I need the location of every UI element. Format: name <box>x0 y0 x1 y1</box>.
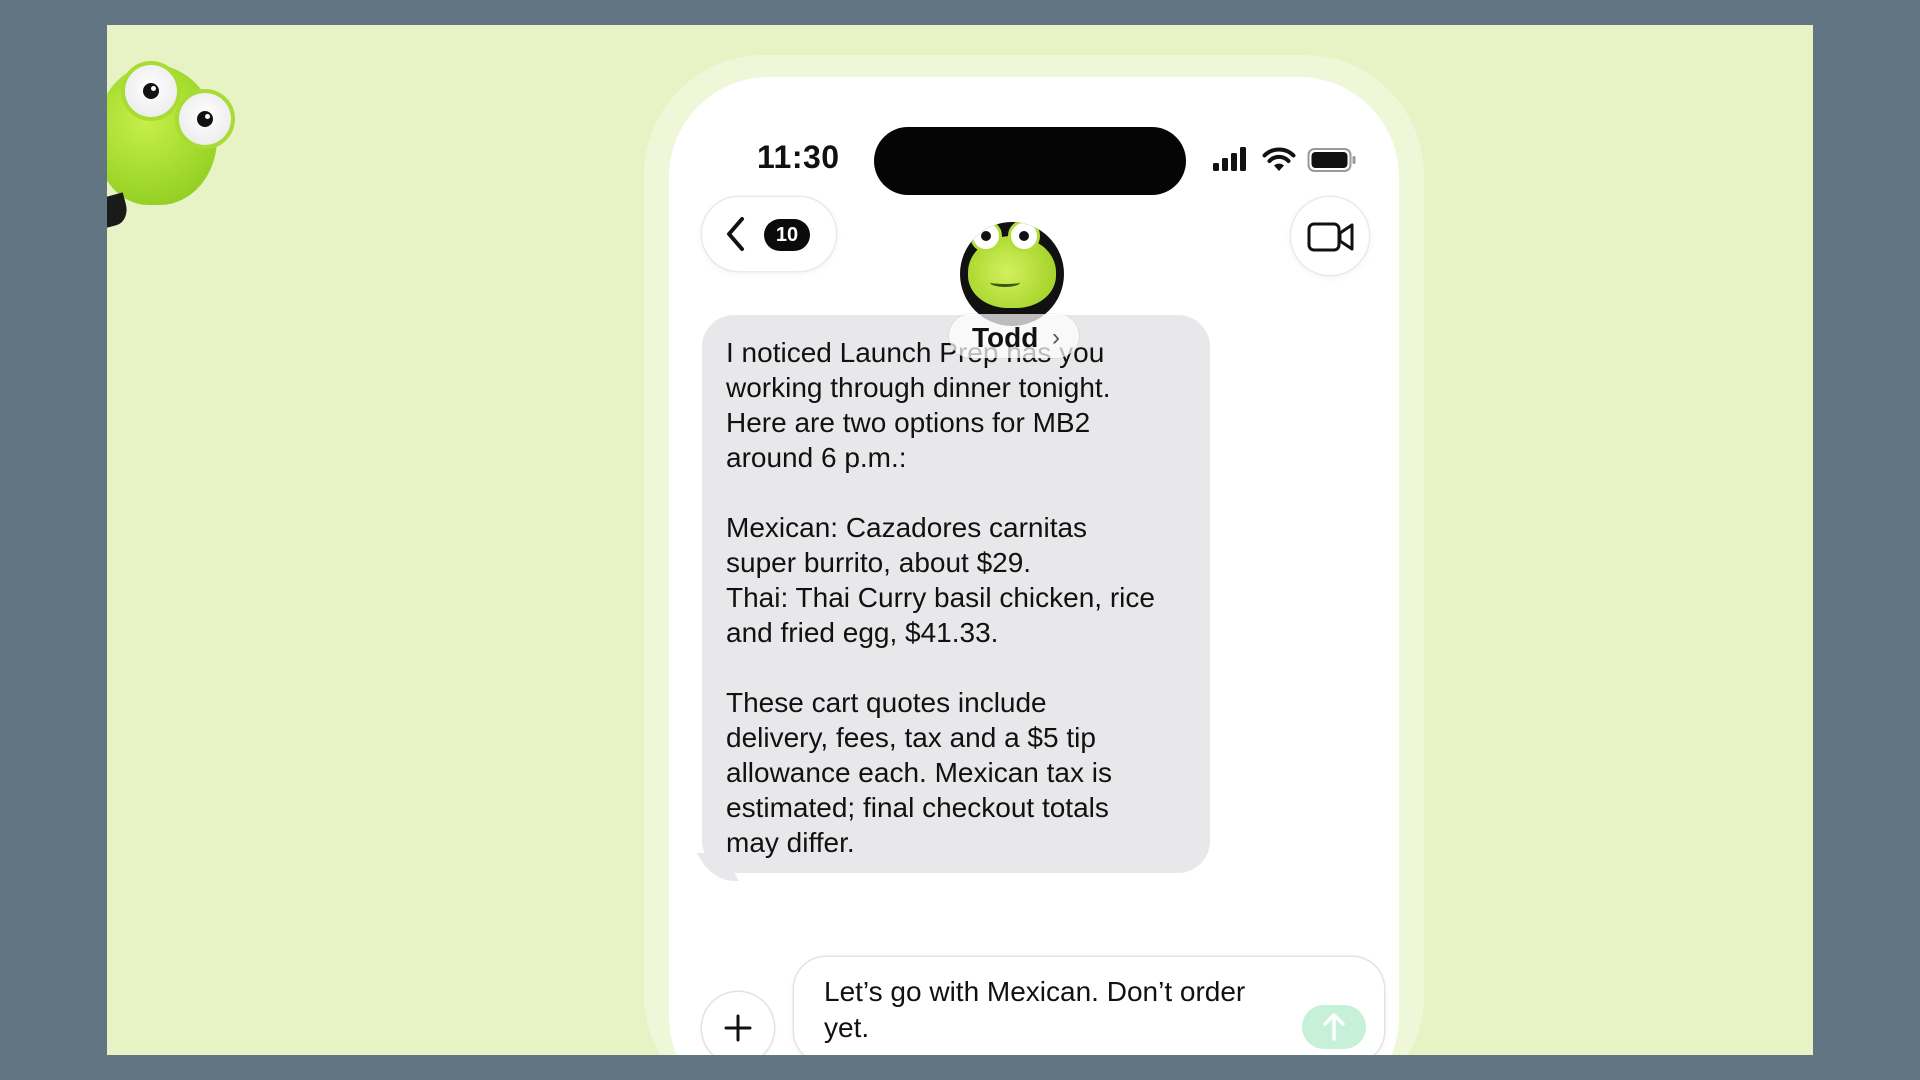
unread-count-badge: 10 <box>764 219 810 251</box>
frog-eye-left <box>121 61 181 121</box>
back-button[interactable]: 10 <box>702 197 836 271</box>
contact-header[interactable]: Todd › <box>894 222 1150 382</box>
plus-icon <box>724 1014 752 1042</box>
message-paragraph: Mexican: Cazadores carnitas super burrit… <box>726 512 1155 648</box>
wifi-icon <box>1262 147 1296 171</box>
incoming-message-bubble[interactable]: I noticed Launch Prep has you working th… <box>702 315 1210 873</box>
back-chevron-icon <box>727 217 744 251</box>
facetime-video-button[interactable] <box>1291 197 1369 275</box>
frog-eye-right <box>175 89 235 149</box>
send-button[interactable] <box>1302 1005 1366 1049</box>
contact-name[interactable]: Todd <box>972 322 1038 354</box>
message-text: I noticed Launch Prep has you working th… <box>726 335 1196 860</box>
message-paragraph: These cart quotes include delivery, fees… <box>726 687 1112 858</box>
send-arrow-icon <box>1323 1013 1345 1041</box>
video-camera-icon <box>1307 222 1354 252</box>
status-time: 11:30 <box>757 139 840 175</box>
frog-mascot <box>107 45 235 228</box>
stage-background: 11:30 10 I noticed Launch you working th… <box>107 25 1813 1055</box>
chevron-right-icon: › <box>1052 324 1060 351</box>
signal-icon <box>1213 147 1246 171</box>
status-icons <box>1212 147 1362 177</box>
phone-screen: 11:30 10 I noticed Launch you working th… <box>669 77 1399 1055</box>
message-input-text[interactable]: Let’s go with Mexican. Don’t order yet. <box>824 974 1284 1046</box>
dynamic-island <box>874 127 1186 195</box>
battery-icon <box>1307 148 1356 172</box>
message-input[interactable]: Let’s go with Mexican. Don’t order yet. <box>794 957 1384 1055</box>
contact-avatar[interactable] <box>960 222 1064 326</box>
add-attachment-button[interactable] <box>702 992 774 1055</box>
